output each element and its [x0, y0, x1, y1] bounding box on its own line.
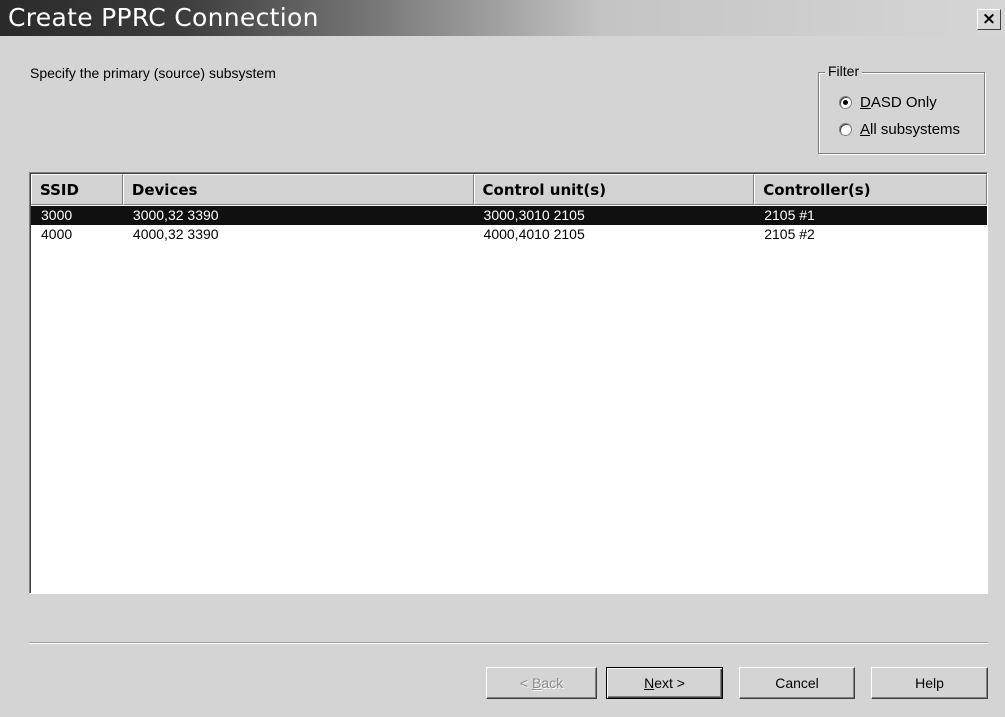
radio-all-subsystems[interactable]: All subsystems — [839, 119, 960, 139]
back-button[interactable]: < Back — [486, 667, 597, 699]
table-row[interactable]: 3000 3000,32 3390 3000,3010 2105 2105 #1 — [31, 206, 987, 225]
cell-controllers: 2105 #2 — [764, 226, 815, 242]
instruction-text: Specify the primary (source) subsystem — [30, 65, 276, 81]
cell-ssid: 4000 — [41, 226, 73, 242]
list-header: SSID Devices Control unit(s) Controller(… — [31, 174, 987, 205]
cell-ssid: 3000 — [41, 207, 73, 223]
radio-all-subsystems-label: All subsystems — [860, 120, 961, 138]
next-button[interactable]: Next > — [606, 667, 723, 699]
column-header-controllers[interactable]: Controller(s) — [754, 174, 987, 205]
cell-control-units: 3000,3010 2105 — [483, 207, 585, 223]
column-header-control-units[interactable]: Control unit(s) — [473, 174, 755, 205]
subsystem-list[interactable]: SSID Devices Control unit(s) Controller(… — [29, 172, 988, 594]
table-row[interactable]: 4000 4000,32 3390 4000,4010 2105 2105 #2 — [31, 225, 987, 244]
radio-checked-icon[interactable] — [839, 95, 852, 109]
radio-dasd-only[interactable]: DASD Only — [839, 92, 937, 112]
filter-label: Filter — [825, 63, 863, 79]
filter-group: Filter DASD Only All subsystems — [818, 63, 985, 154]
cancel-button[interactable]: Cancel — [739, 667, 855, 699]
separator-line — [29, 642, 988, 644]
cell-devices: 4000,32 3390 — [132, 226, 219, 242]
title-bar: Create PPRC Connection × — [0, 0, 1005, 36]
close-button[interactable]: × — [977, 9, 1001, 30]
radio-unchecked-icon[interactable] — [839, 122, 852, 136]
help-button[interactable]: Help — [871, 667, 988, 699]
column-header-ssid[interactable]: SSID — [31, 174, 123, 205]
column-header-devices[interactable]: Devices — [122, 174, 474, 205]
cell-devices: 3000,32 3390 — [132, 207, 219, 223]
cell-controllers: 2105 #1 — [764, 207, 815, 223]
window-title: Create PPRC Connection — [8, 3, 319, 32]
close-icon: × — [981, 9, 997, 29]
cell-control-units: 4000,4010 2105 — [483, 226, 585, 242]
radio-dasd-only-label: DASD Only — [860, 93, 937, 111]
